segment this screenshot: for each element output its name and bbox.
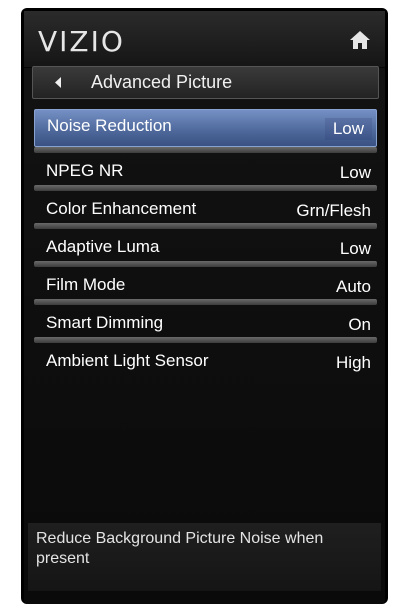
menu-item-value: High — [336, 353, 371, 372]
menu-item-value: Grn/Flesh — [296, 201, 371, 220]
menu-item-noise-reduction[interactable]: Noise Reduction Low — [34, 109, 377, 147]
back-arrow-icon — [55, 77, 61, 88]
home-icon[interactable] — [349, 29, 371, 51]
menu-item-label: NPEG NR — [46, 161, 124, 180]
menu-item-adaptive-luma[interactable]: Adaptive Luma Low — [34, 223, 377, 261]
breadcrumb-back[interactable]: Advanced Picture — [32, 66, 379, 99]
menu-item-value: On — [348, 315, 371, 334]
row-divider — [34, 337, 377, 343]
page-title: Advanced Picture — [91, 72, 233, 92]
menu-item-npeg-nr[interactable]: NPEG NR Low — [34, 147, 377, 185]
brand-logo: VIZIO — [38, 25, 125, 58]
row-divider — [34, 147, 377, 153]
menu-item-label: Adaptive Luma — [46, 237, 160, 256]
row-divider — [34, 223, 377, 229]
menu-item-label: Noise Reduction — [47, 116, 172, 135]
settings-menu: Noise Reduction Low NPEG NR Low Color En… — [34, 109, 377, 375]
menu-header: VIZIO — [24, 11, 385, 68]
menu-panel: VIZIO Advanced Picture Noise Reduction L… — [24, 11, 385, 604]
menu-item-film-mode[interactable]: Film Mode Auto — [34, 261, 377, 299]
help-text: Reduce Background Picture Noise when pre… — [28, 523, 381, 591]
menu-item-value: Low — [339, 163, 371, 182]
row-divider — [34, 261, 377, 267]
menu-item-color-enhancement[interactable]: Color Enhancement Grn/Flesh — [34, 185, 377, 223]
row-divider — [34, 185, 377, 191]
menu-item-ambient-light-sensor[interactable]: Ambient Light Sensor High — [34, 337, 377, 375]
row-divider — [34, 299, 377, 305]
menu-item-label: Color Enhancement — [46, 199, 197, 218]
menu-item-value: Low — [324, 118, 372, 140]
menu-item-value: Low — [339, 239, 371, 258]
tv-menu-frame: VIZIO Advanced Picture Noise Reduction L… — [21, 8, 388, 604]
menu-item-label: Ambient Light Sensor — [46, 351, 209, 370]
menu-item-label: Film Mode — [46, 275, 126, 294]
menu-item-label: Smart Dimming — [46, 313, 164, 332]
menu-item-smart-dimming[interactable]: Smart Dimming On — [34, 299, 377, 337]
menu-item-value: Auto — [336, 277, 371, 296]
